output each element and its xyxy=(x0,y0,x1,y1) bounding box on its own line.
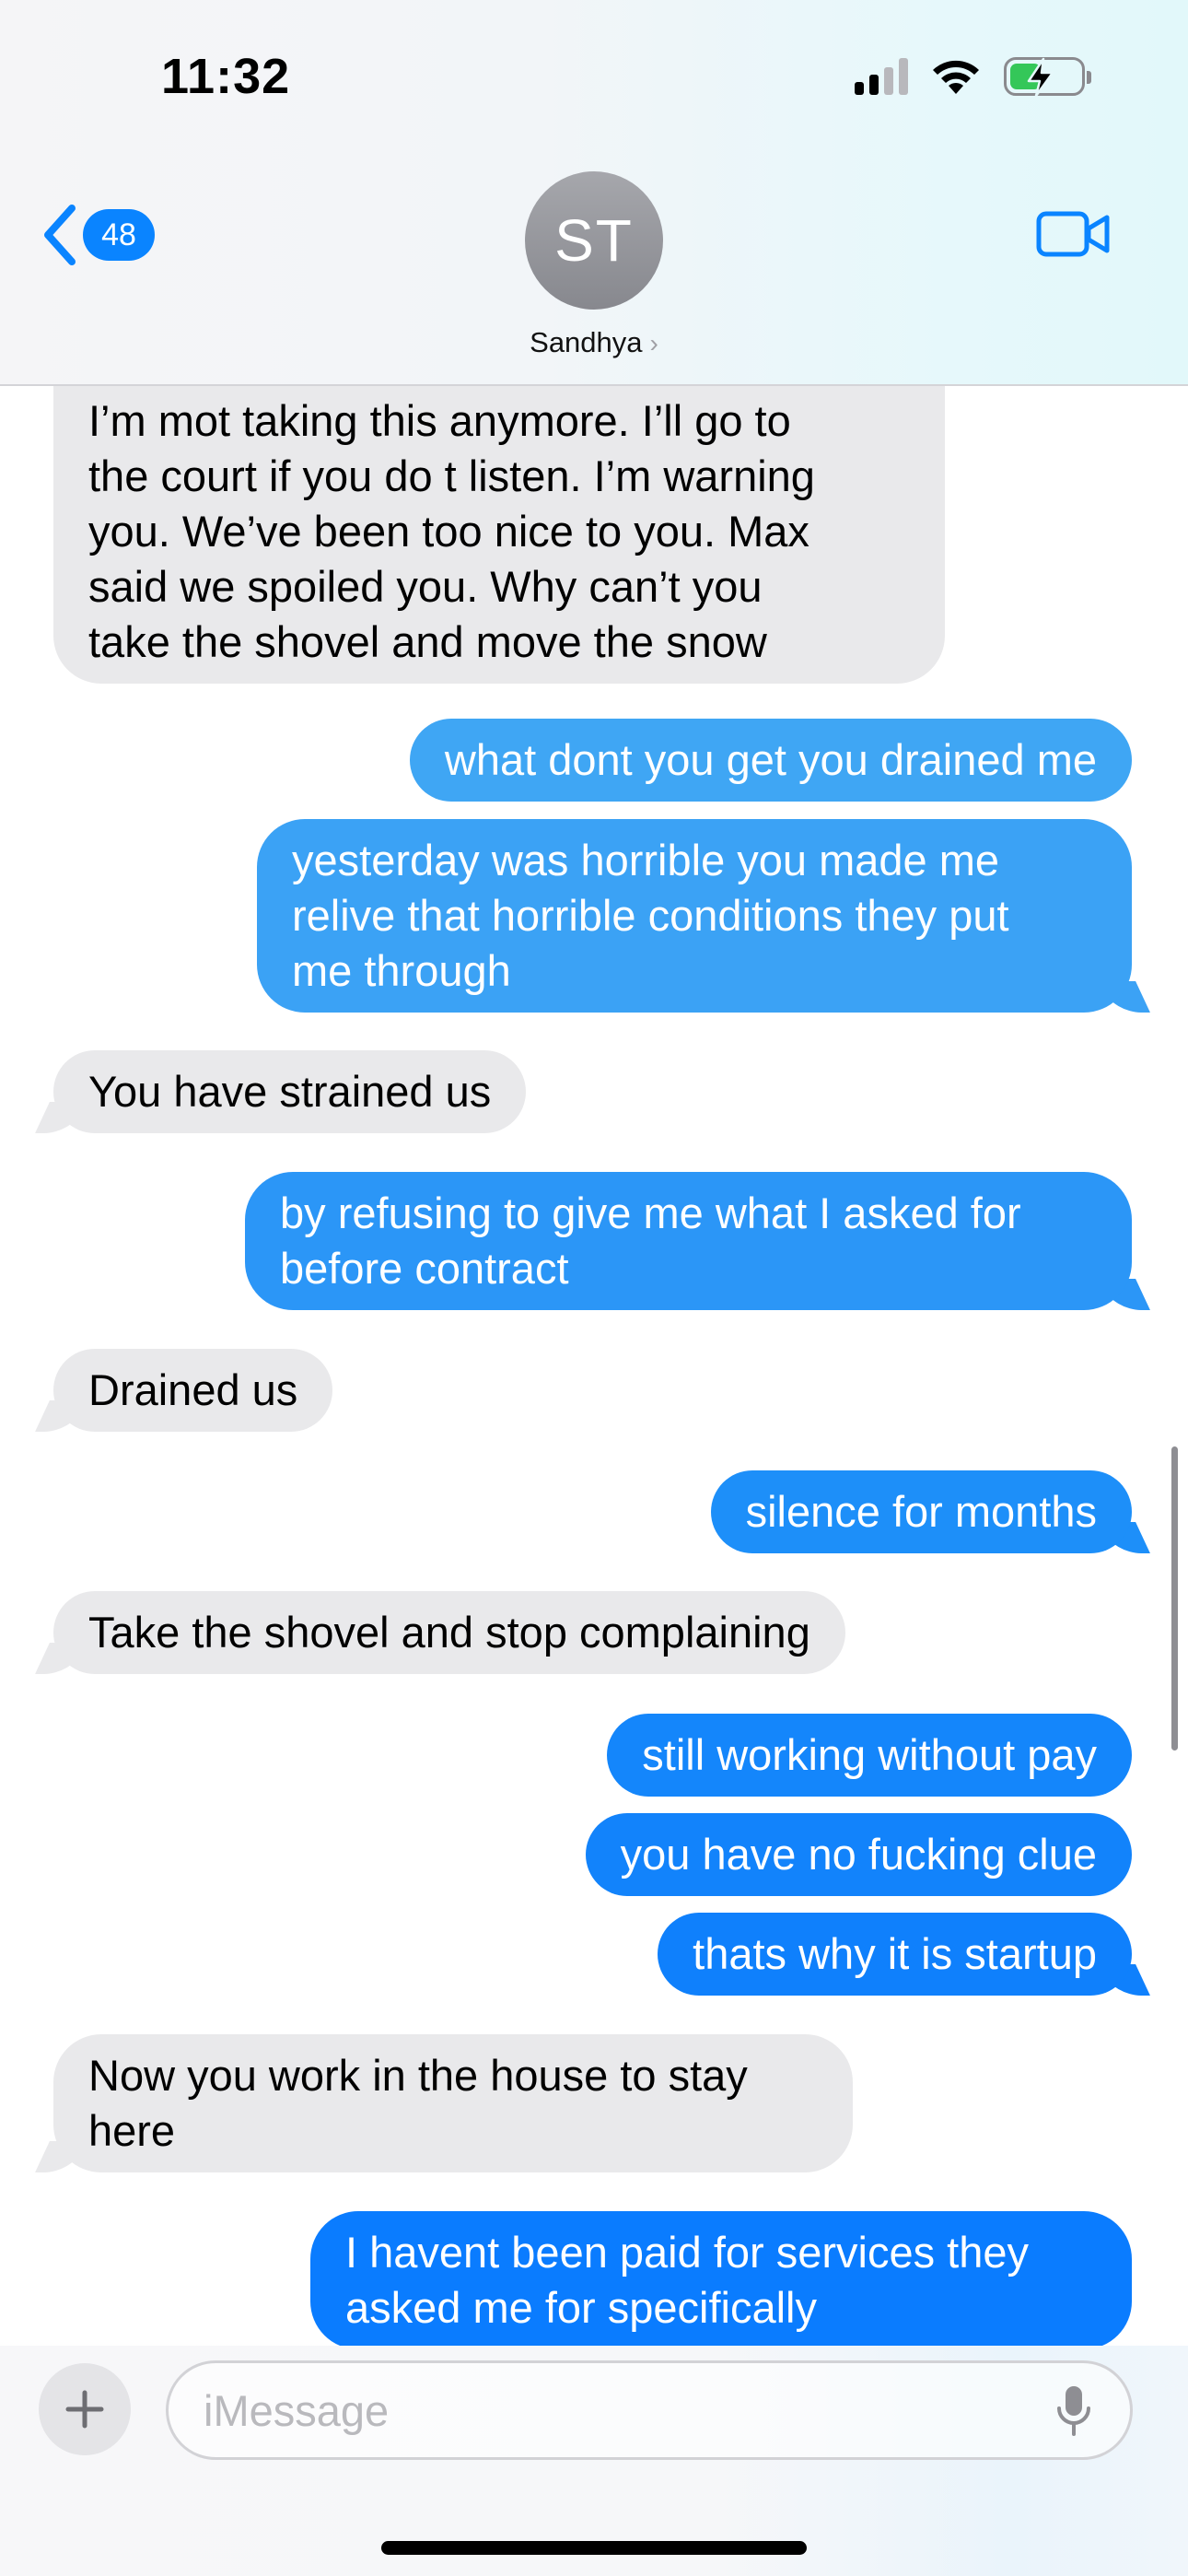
message-text: by refusing to give me what I asked for … xyxy=(280,1188,1021,1293)
message-text: You have strained us xyxy=(88,1067,492,1116)
message-bubble-received[interactable]: Drained us xyxy=(53,1349,333,1432)
message-text: Take the shovel and stop complaining xyxy=(88,1608,810,1657)
message-bubble-sent[interactable]: yesterday was horrible you made me reliv… xyxy=(257,819,1132,1013)
message-text: thats why it is startup xyxy=(693,1929,1097,1978)
message-bubble-sent[interactable]: still working without pay xyxy=(607,1714,1132,1797)
message-bubble-sent[interactable]: I havent been paid for services they ask… xyxy=(310,2211,1132,2349)
message-text: Drained us xyxy=(88,1365,298,1414)
chevron-left-icon xyxy=(44,205,76,265)
message-bubble-received[interactable]: Now you work in the house to stay here xyxy=(53,2034,853,2172)
message-bubble-sent[interactable]: silence for months xyxy=(710,1470,1132,1553)
conversation-header: 11:32 48 ST Sandhya › xyxy=(0,0,1188,386)
back-button[interactable]: 48 xyxy=(42,205,155,265)
plus-icon xyxy=(65,2390,104,2429)
message-thread[interactable]: I’m mot taking this anymore. I’ll go to … xyxy=(0,0,1188,2576)
message-text: still working without pay xyxy=(642,1730,1097,1779)
add-attachment-button[interactable] xyxy=(39,2363,131,2455)
message-bubble-received[interactable]: You have strained us xyxy=(53,1050,527,1133)
status-icons xyxy=(855,57,1091,98)
facetime-video-button[interactable] xyxy=(1035,208,1112,264)
message-input[interactable] xyxy=(166,2360,1133,2460)
message-text: I havent been paid for services they ask… xyxy=(345,2228,1029,2332)
cellular-signal-icon xyxy=(855,58,908,95)
message-text: Now you work in the house to stay here xyxy=(88,2051,748,2155)
microphone-icon xyxy=(1057,2386,1090,2436)
chevron-right-icon: › xyxy=(649,329,658,357)
message-text: silence for months xyxy=(745,1487,1097,1536)
home-indicator[interactable] xyxy=(381,2541,807,2555)
message-bubble-sent[interactable]: you have no fucking clue xyxy=(585,1813,1132,1896)
message-bubble-sent[interactable]: what dont you get you drained me xyxy=(409,719,1132,802)
contact-name[interactable]: Sandhya › xyxy=(0,326,1188,359)
contact-name-label: Sandhya xyxy=(530,326,643,358)
unread-count-badge: 48 xyxy=(83,209,155,261)
message-text: yesterday was horrible you made me reliv… xyxy=(292,836,1009,995)
avatar[interactable]: ST xyxy=(525,171,663,310)
battery-icon xyxy=(1004,57,1091,98)
wifi-icon xyxy=(933,60,979,94)
message-bubble-received[interactable]: I’m mot taking this anymore. I’ll go to … xyxy=(53,380,945,684)
status-time: 11:32 xyxy=(161,49,291,104)
message-bubble-received[interactable]: Take the shovel and stop complaining xyxy=(53,1591,845,1674)
message-bubble-sent[interactable]: thats why it is startup xyxy=(658,1913,1132,1996)
message-text: I’m mot taking this anymore. I’ll go to … xyxy=(88,396,815,666)
message-text: you have no fucking clue xyxy=(620,1830,1097,1879)
scrollbar[interactable] xyxy=(1171,1446,1178,1751)
message-bubble-sent[interactable]: by refusing to give me what I asked for … xyxy=(245,1172,1132,1310)
video-camera-icon xyxy=(1036,211,1110,257)
dictation-button[interactable] xyxy=(1055,2384,1092,2442)
charging-bolt-icon xyxy=(1027,57,1054,98)
message-text: what dont you get you drained me xyxy=(444,735,1097,784)
